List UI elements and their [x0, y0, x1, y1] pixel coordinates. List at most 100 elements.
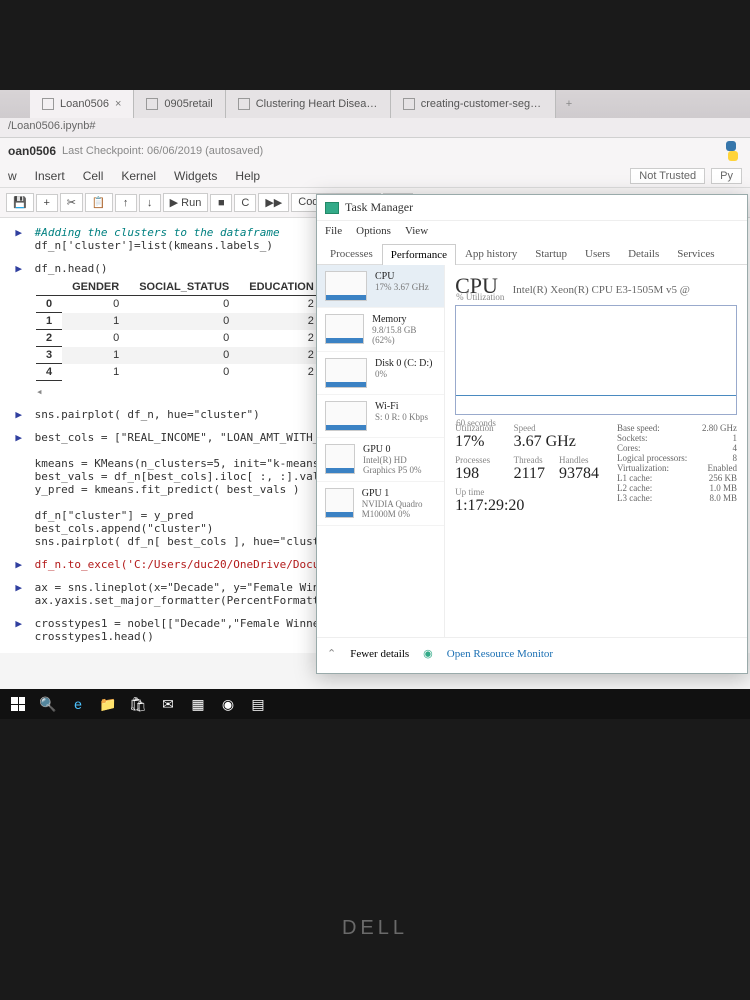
table-cell: 0: [129, 296, 239, 313]
python-logo-icon: [722, 141, 742, 161]
stat-label: Speed: [514, 423, 599, 433]
copy-button[interactable]: 📋: [85, 193, 113, 212]
store-icon[interactable]: 🛍: [126, 692, 150, 716]
browser-tab[interactable]: 0905retail: [134, 90, 225, 118]
menu-item[interactable]: Insert: [35, 169, 65, 183]
tm-sidebar-item[interactable]: Disk 0 (C: D:)0%: [317, 352, 444, 395]
restart-run-button[interactable]: ▶▶: [258, 193, 289, 212]
tm-item-name: GPU 0: [363, 444, 436, 455]
fewer-details-link[interactable]: Fewer details: [350, 648, 409, 660]
code-line: df_n.head(): [29, 262, 108, 275]
tm-sidebar-item[interactable]: CPU17% 3.67 GHz: [317, 265, 444, 308]
checkpoint-text: Last Checkpoint: 06/06/2019 (autosaved): [62, 145, 263, 157]
menu-item[interactable]: Cell: [83, 169, 104, 183]
code-line: best_vals = df_n[best_cols].iloc[ :, :].…: [35, 470, 333, 483]
browser-tab[interactable]: Clustering Heart Disease Pa: [226, 90, 391, 118]
code-line: best_cols = ["REAL_INCOME", "LOAN_AMT_WI…: [35, 431, 333, 444]
jupyter-menubar: w Insert Cell Kernel Widgets Help Not Tr…: [0, 164, 750, 188]
restart-button[interactable]: C: [234, 194, 256, 212]
menu-item[interactable]: Kernel: [121, 169, 156, 183]
run-button[interactable]: ▶ Run: [163, 193, 209, 212]
cut-button[interactable]: ✂: [60, 193, 83, 212]
notebook-title[interactable]: oan0506: [8, 144, 56, 158]
browser-tab[interactable]: creating-customer-segment: [391, 90, 556, 118]
table-cell: 2: [239, 313, 324, 330]
tab-processes[interactable]: Processes: [321, 243, 382, 264]
open-resource-monitor-link[interactable]: Open Resource Monitor: [447, 648, 553, 660]
tm-thumb: [325, 444, 355, 474]
spec-label: Logical processors:: [617, 453, 687, 463]
url-bar[interactable]: /Loan0506.ipynb#: [0, 118, 750, 138]
kernel-badge[interactable]: Py: [711, 168, 742, 184]
code-line: crosstypes1.head(): [35, 630, 154, 643]
spec-value: 8: [733, 453, 738, 463]
code-line: best_cols.append("cluster"): [35, 522, 214, 535]
spec-label: Base speed:: [617, 423, 660, 433]
in-prompt: ▶: [8, 558, 22, 571]
tab-app-history[interactable]: App history: [456, 243, 526, 264]
menu-item[interactable]: View: [405, 225, 428, 237]
app-icon[interactable]: ▦: [186, 692, 210, 716]
browser-tab[interactable]: Loan0506 ×: [30, 90, 134, 118]
table-header: GENDER: [62, 279, 129, 296]
save-button[interactable]: 💾: [6, 193, 34, 212]
new-tab-button[interactable]: +: [556, 90, 582, 118]
code-line: sns.pairplot( df_n, hue="cluster"): [29, 408, 260, 421]
search-icon[interactable]: 🔍: [36, 692, 60, 716]
table-cell: 0: [129, 364, 239, 381]
cpu-graph: % Utilization 60 seconds: [455, 305, 737, 415]
start-button[interactable]: [6, 692, 30, 716]
tab-users[interactable]: Users: [576, 243, 619, 264]
table-cell: 1: [62, 313, 129, 330]
stat-label: Processes: [455, 455, 494, 465]
chevron-up-icon[interactable]: ⌃: [327, 647, 336, 660]
tm-footer: ⌃ Fewer details ◉ Open Resource Monitor: [317, 637, 747, 669]
tm-item-name: Disk 0 (C: D:): [375, 358, 433, 369]
tab-services[interactable]: Services: [668, 243, 723, 264]
move-up-button[interactable]: ↑: [115, 194, 137, 212]
menu-item[interactable]: w: [8, 169, 17, 183]
add-cell-button[interactable]: +: [36, 194, 58, 212]
stat-value: 17%: [455, 433, 494, 451]
table-cell: 0: [129, 313, 239, 330]
table-cell: 2: [239, 347, 324, 364]
stop-button[interactable]: ■: [210, 194, 232, 212]
stat-label: Up time: [455, 487, 599, 497]
tm-sidebar-item[interactable]: Memory9.8/15.8 GB (62%): [317, 308, 444, 352]
chrome-icon[interactable]: ◉: [216, 692, 240, 716]
file-explorer-icon[interactable]: 📁: [96, 692, 120, 716]
in-prompt: ▶: [8, 408, 22, 421]
trust-badge[interactable]: Not Trusted: [630, 168, 705, 184]
table-cell: 2: [239, 364, 324, 381]
tm-item-sub: Intel(R) HD Graphics P5 0%: [363, 455, 436, 475]
spec-label: L1 cache:: [617, 473, 652, 483]
stat-label: Threads: [514, 455, 545, 465]
tab-label: Clustering Heart Disease Pa: [256, 98, 378, 110]
in-prompt: ▶: [8, 226, 22, 239]
tm-sidebar-item[interactable]: GPU 0Intel(R) HD Graphics P5 0%: [317, 438, 444, 482]
menu-item[interactable]: Options: [356, 225, 391, 237]
window-titlebar[interactable]: Task Manager: [317, 195, 747, 221]
stat-value: 2117: [514, 465, 545, 483]
tab-startup[interactable]: Startup: [526, 243, 576, 264]
spec-label: L2 cache:: [617, 483, 652, 493]
tm-sidebar-item[interactable]: GPU 1NVIDIA Quadro M1000M 0%: [317, 482, 444, 526]
spec-label: L3 cache:: [617, 493, 652, 503]
tab-label: creating-customer-segment: [421, 98, 543, 110]
code-line: sns.pairplot( df_n[ best_cols ], hue="cl…: [35, 535, 333, 548]
tm-item-sub: NVIDIA Quadro M1000M 0%: [362, 499, 436, 519]
tab-label: 0905retail: [164, 98, 212, 110]
app-icon[interactable]: ▤: [246, 692, 270, 716]
menu-item[interactable]: File: [325, 225, 342, 237]
edge-icon[interactable]: e: [66, 692, 90, 716]
move-down-button[interactable]: ↓: [139, 194, 161, 212]
menu-item[interactable]: Widgets: [174, 169, 217, 183]
tab-performance[interactable]: Performance: [382, 244, 456, 265]
tm-sidebar-item[interactable]: Wi-FiS: 0 R: 0 Kbps: [317, 395, 444, 438]
tab-details[interactable]: Details: [619, 243, 668, 264]
close-icon[interactable]: ×: [115, 98, 121, 110]
table-cell: 4: [36, 364, 62, 381]
task-manager-window[interactable]: Task Manager File Options View Processes…: [316, 194, 748, 674]
mail-icon[interactable]: ✉: [156, 692, 180, 716]
menu-item[interactable]: Help: [235, 169, 260, 183]
